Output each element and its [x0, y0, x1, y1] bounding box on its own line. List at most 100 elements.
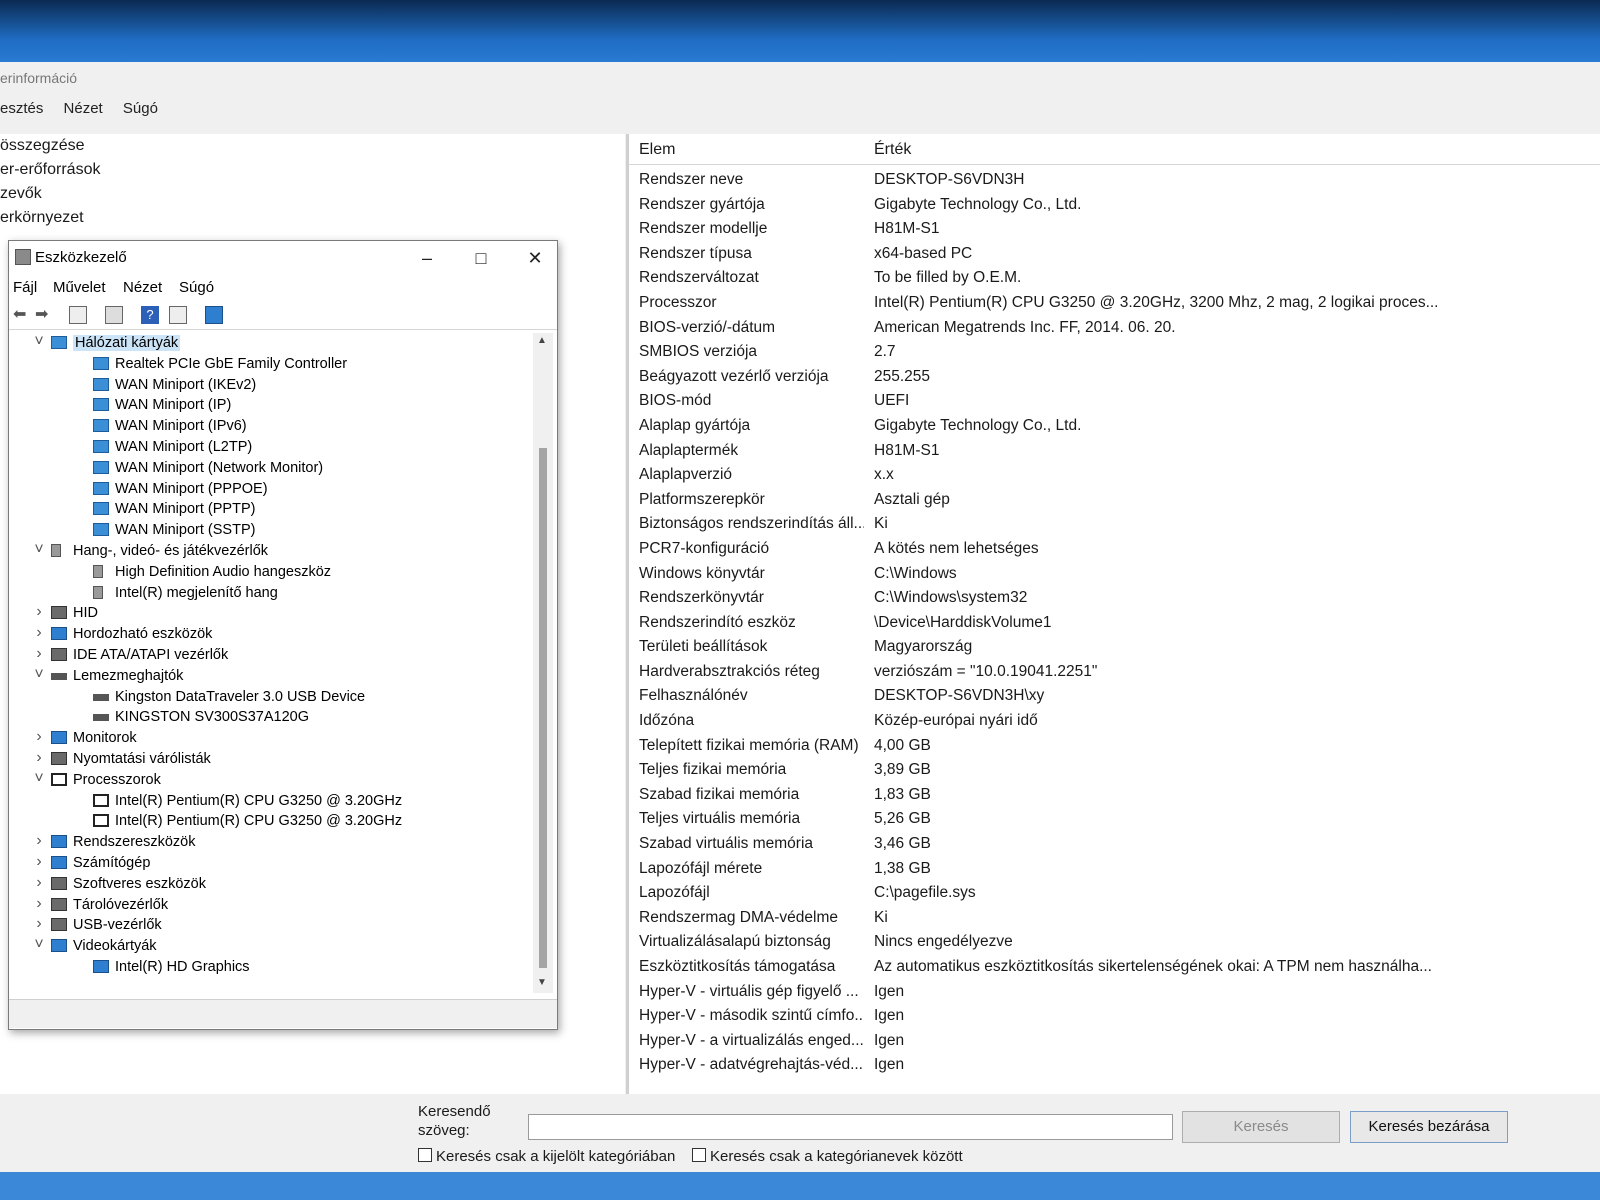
chevron-right-icon[interactable]: › — [33, 874, 45, 892]
checkbox-box[interactable] — [418, 1148, 432, 1162]
device-item[interactable]: WAN Miniport (L2TP) — [9, 437, 533, 458]
menu-edit[interactable]: esztés — [0, 100, 43, 117]
tree-item-components[interactable]: zevők — [0, 182, 625, 206]
chevron-right-icon[interactable]: › — [33, 749, 45, 767]
details-row[interactable]: Alaplap gyártója Gigabyte Technology Co.,… — [629, 414, 1600, 439]
menu-file[interactable]: Fájl — [13, 279, 37, 296]
checkbox-box[interactable] — [692, 1148, 706, 1162]
tree-item-software-environment[interactable]: erkörnyezet — [0, 206, 625, 230]
device-item[interactable]: WAN Miniport (IPv6) — [9, 416, 533, 437]
details-row[interactable]: Felhasználónév DESKTOP-S6VDN3H\xy — [629, 684, 1600, 709]
column-header-item[interactable]: Elem — [639, 141, 675, 159]
title-bar[interactable]: Eszközkezelő – □ ✕ — [9, 241, 557, 275]
chevron-right-icon[interactable]: › — [33, 645, 45, 663]
details-row[interactable]: Platformszerepkör Asztali gép — [629, 488, 1600, 513]
details-row[interactable]: Időzóna Közép-európai nyári idő — [629, 709, 1600, 734]
device-category[interactable]: ˅ Hálózati kártyák — [9, 333, 533, 354]
details-row[interactable]: Rendszerkönyvtár C:\Windows\system32 — [629, 586, 1600, 611]
search-selected-category-checkbox[interactable]: Keresés csak a kijelölt kategóriában — [418, 1148, 675, 1165]
details-row[interactable]: Eszköztitkosítás támogatása Az automatiku… — [629, 955, 1600, 980]
device-item[interactable]: KINGSTON SV300S37A120G — [9, 707, 533, 728]
search-button[interactable]: Keresés — [1182, 1111, 1340, 1143]
details-row[interactable]: Hyper-V - adatvégrehajtás-véd... Igen — [629, 1053, 1600, 1078]
scroll-down-icon[interactable]: ▼ — [537, 977, 547, 988]
menu-view[interactable]: Nézet — [123, 279, 162, 296]
device-category[interactable]: › Rendszereszközök — [9, 832, 533, 853]
device-category[interactable]: ˅ Videokártyák — [9, 936, 533, 957]
details-row[interactable]: Virtualizálásalapú biztonság Nincs engedé… — [629, 930, 1600, 955]
chevron-down-icon[interactable]: ˅ — [33, 333, 45, 351]
chevron-right-icon[interactable]: › — [33, 624, 45, 642]
device-item[interactable]: WAN Miniport (Network Monitor) — [9, 458, 533, 479]
details-row[interactable]: Lapozófájl mérete 1,38 GB — [629, 857, 1600, 882]
details-row[interactable]: Szabad fizikai memória 1,83 GB — [629, 783, 1600, 808]
device-category[interactable]: › HID — [9, 603, 533, 624]
details-row[interactable]: Biztonságos rendszerindítás áll... Ki — [629, 512, 1600, 537]
tree-item-summary[interactable]: összegzése — [0, 134, 625, 158]
details-row[interactable]: Lapozófájl C:\pagefile.sys — [629, 881, 1600, 906]
device-category[interactable]: › Tárolóvezérlők — [9, 895, 533, 916]
device-item[interactable]: WAN Miniport (PPPOE) — [9, 479, 533, 500]
details-row[interactable]: Hyper-V - a virtualizálás enged... Igen — [629, 1029, 1600, 1054]
details-row[interactable]: Telepített fizikai memória (RAM) 4,00 GB — [629, 734, 1600, 759]
details-row[interactable]: Rendszermag DMA-védelme Ki — [629, 906, 1600, 931]
column-header-value[interactable]: Érték — [874, 141, 911, 159]
tree-item-hardware-resources[interactable]: er-erőforrások — [0, 158, 625, 182]
details-row[interactable]: Alaplaptermék H81M-S1 — [629, 439, 1600, 464]
maximize-icon[interactable]: □ — [461, 245, 501, 271]
details-row[interactable]: Területi beállítások Magyarország — [629, 635, 1600, 660]
scrollbar-thumb[interactable] — [539, 448, 547, 968]
device-category[interactable]: › Hordozható eszközök — [9, 624, 533, 645]
forward-arrow-icon[interactable]: ➡ — [35, 306, 53, 324]
device-category[interactable]: › IDE ATA/ATAPI vezérlők — [9, 645, 533, 666]
scroll-up-icon[interactable]: ▲ — [537, 335, 547, 346]
chevron-down-icon[interactable]: ˅ — [33, 541, 45, 559]
device-item[interactable]: High Definition Audio hangeszköz — [9, 562, 533, 583]
device-item[interactable]: Intel(R) HD Graphics — [9, 957, 533, 978]
device-item[interactable]: Kingston DataTraveler 3.0 USB Device — [9, 687, 533, 708]
chevron-right-icon[interactable]: › — [33, 603, 45, 621]
details-row[interactable]: Rendszer gyártója Gigabyte Technology Co.… — [629, 193, 1600, 218]
device-item[interactable]: Realtek PCIe GbE Family Controller — [9, 354, 533, 375]
device-category[interactable]: ˅ Processzorok — [9, 770, 533, 791]
minimize-icon[interactable]: – — [407, 245, 447, 271]
details-row[interactable]: Processzor Intel(R) Pentium(R) CPU G3250 … — [629, 291, 1600, 316]
details-row[interactable]: Hyper-V - második szintű címfo... Igen — [629, 1004, 1600, 1029]
back-arrow-icon[interactable]: ⬅ — [13, 306, 31, 324]
chevron-right-icon[interactable]: › — [33, 853, 45, 871]
chevron-right-icon[interactable]: › — [33, 895, 45, 913]
details-row[interactable]: Szabad virtuális memória 3,46 GB — [629, 832, 1600, 857]
details-row[interactable]: Rendszerváltozat To be filled by O.E.M. — [629, 266, 1600, 291]
help-icon[interactable]: ? — [141, 306, 159, 324]
details-row[interactable]: Hyper-V - virtuális gép figyelő ... Igen — [629, 980, 1600, 1005]
details-row[interactable]: Alaplapverzió x.x — [629, 463, 1600, 488]
device-category[interactable]: › Számítógép — [9, 853, 533, 874]
device-item[interactable]: WAN Miniport (IP) — [9, 395, 533, 416]
chevron-down-icon[interactable]: ˅ — [33, 666, 45, 684]
details-row[interactable]: Hardverabsztrakciós réteg verziószám = "1… — [629, 660, 1600, 685]
menu-view[interactable]: Nézet — [64, 100, 103, 117]
menu-action[interactable]: Művelet — [53, 279, 106, 296]
chevron-right-icon[interactable]: › — [33, 915, 45, 933]
details-row[interactable]: BIOS-mód UEFI — [629, 389, 1600, 414]
device-item[interactable]: Intel(R) megjelenítő hang — [9, 583, 533, 604]
close-icon[interactable]: ✕ — [515, 245, 555, 271]
details-row[interactable]: Rendszerindító eszköz \Device\HarddiskVol… — [629, 611, 1600, 636]
details-row[interactable]: Beágyazott vezérlő verziója 255.255 — [629, 365, 1600, 390]
menu-help[interactable]: Súgó — [179, 279, 214, 296]
device-category[interactable]: › Monitorok — [9, 728, 533, 749]
device-item[interactable]: WAN Miniport (PPTP) — [9, 499, 533, 520]
device-item[interactable]: Intel(R) Pentium(R) CPU G3250 @ 3.20GHz — [9, 811, 533, 832]
device-category[interactable]: › USB-vezérlők — [9, 915, 533, 936]
details-row[interactable]: Rendszer neve DESKTOP-S6VDN3H — [629, 168, 1600, 193]
details-row[interactable]: Rendszer típusa x64-based PC — [629, 242, 1600, 267]
details-row[interactable]: BIOS-verzió/-dátum American Megatrends In… — [629, 316, 1600, 341]
device-category[interactable]: ˅ Hang-, videó- és játékvezérlők — [9, 541, 533, 562]
properties-icon[interactable] — [69, 306, 87, 324]
details-row[interactable]: Teljes virtuális memória 5,26 GB — [629, 807, 1600, 832]
device-item[interactable]: WAN Miniport (SSTP) — [9, 520, 533, 541]
details-row[interactable]: PCR7-konfiguráció A kötés nem lehetséges — [629, 537, 1600, 562]
chevron-right-icon[interactable]: › — [33, 728, 45, 746]
show-hidden-icon[interactable] — [105, 306, 123, 324]
chevron-right-icon[interactable]: › — [33, 832, 45, 850]
